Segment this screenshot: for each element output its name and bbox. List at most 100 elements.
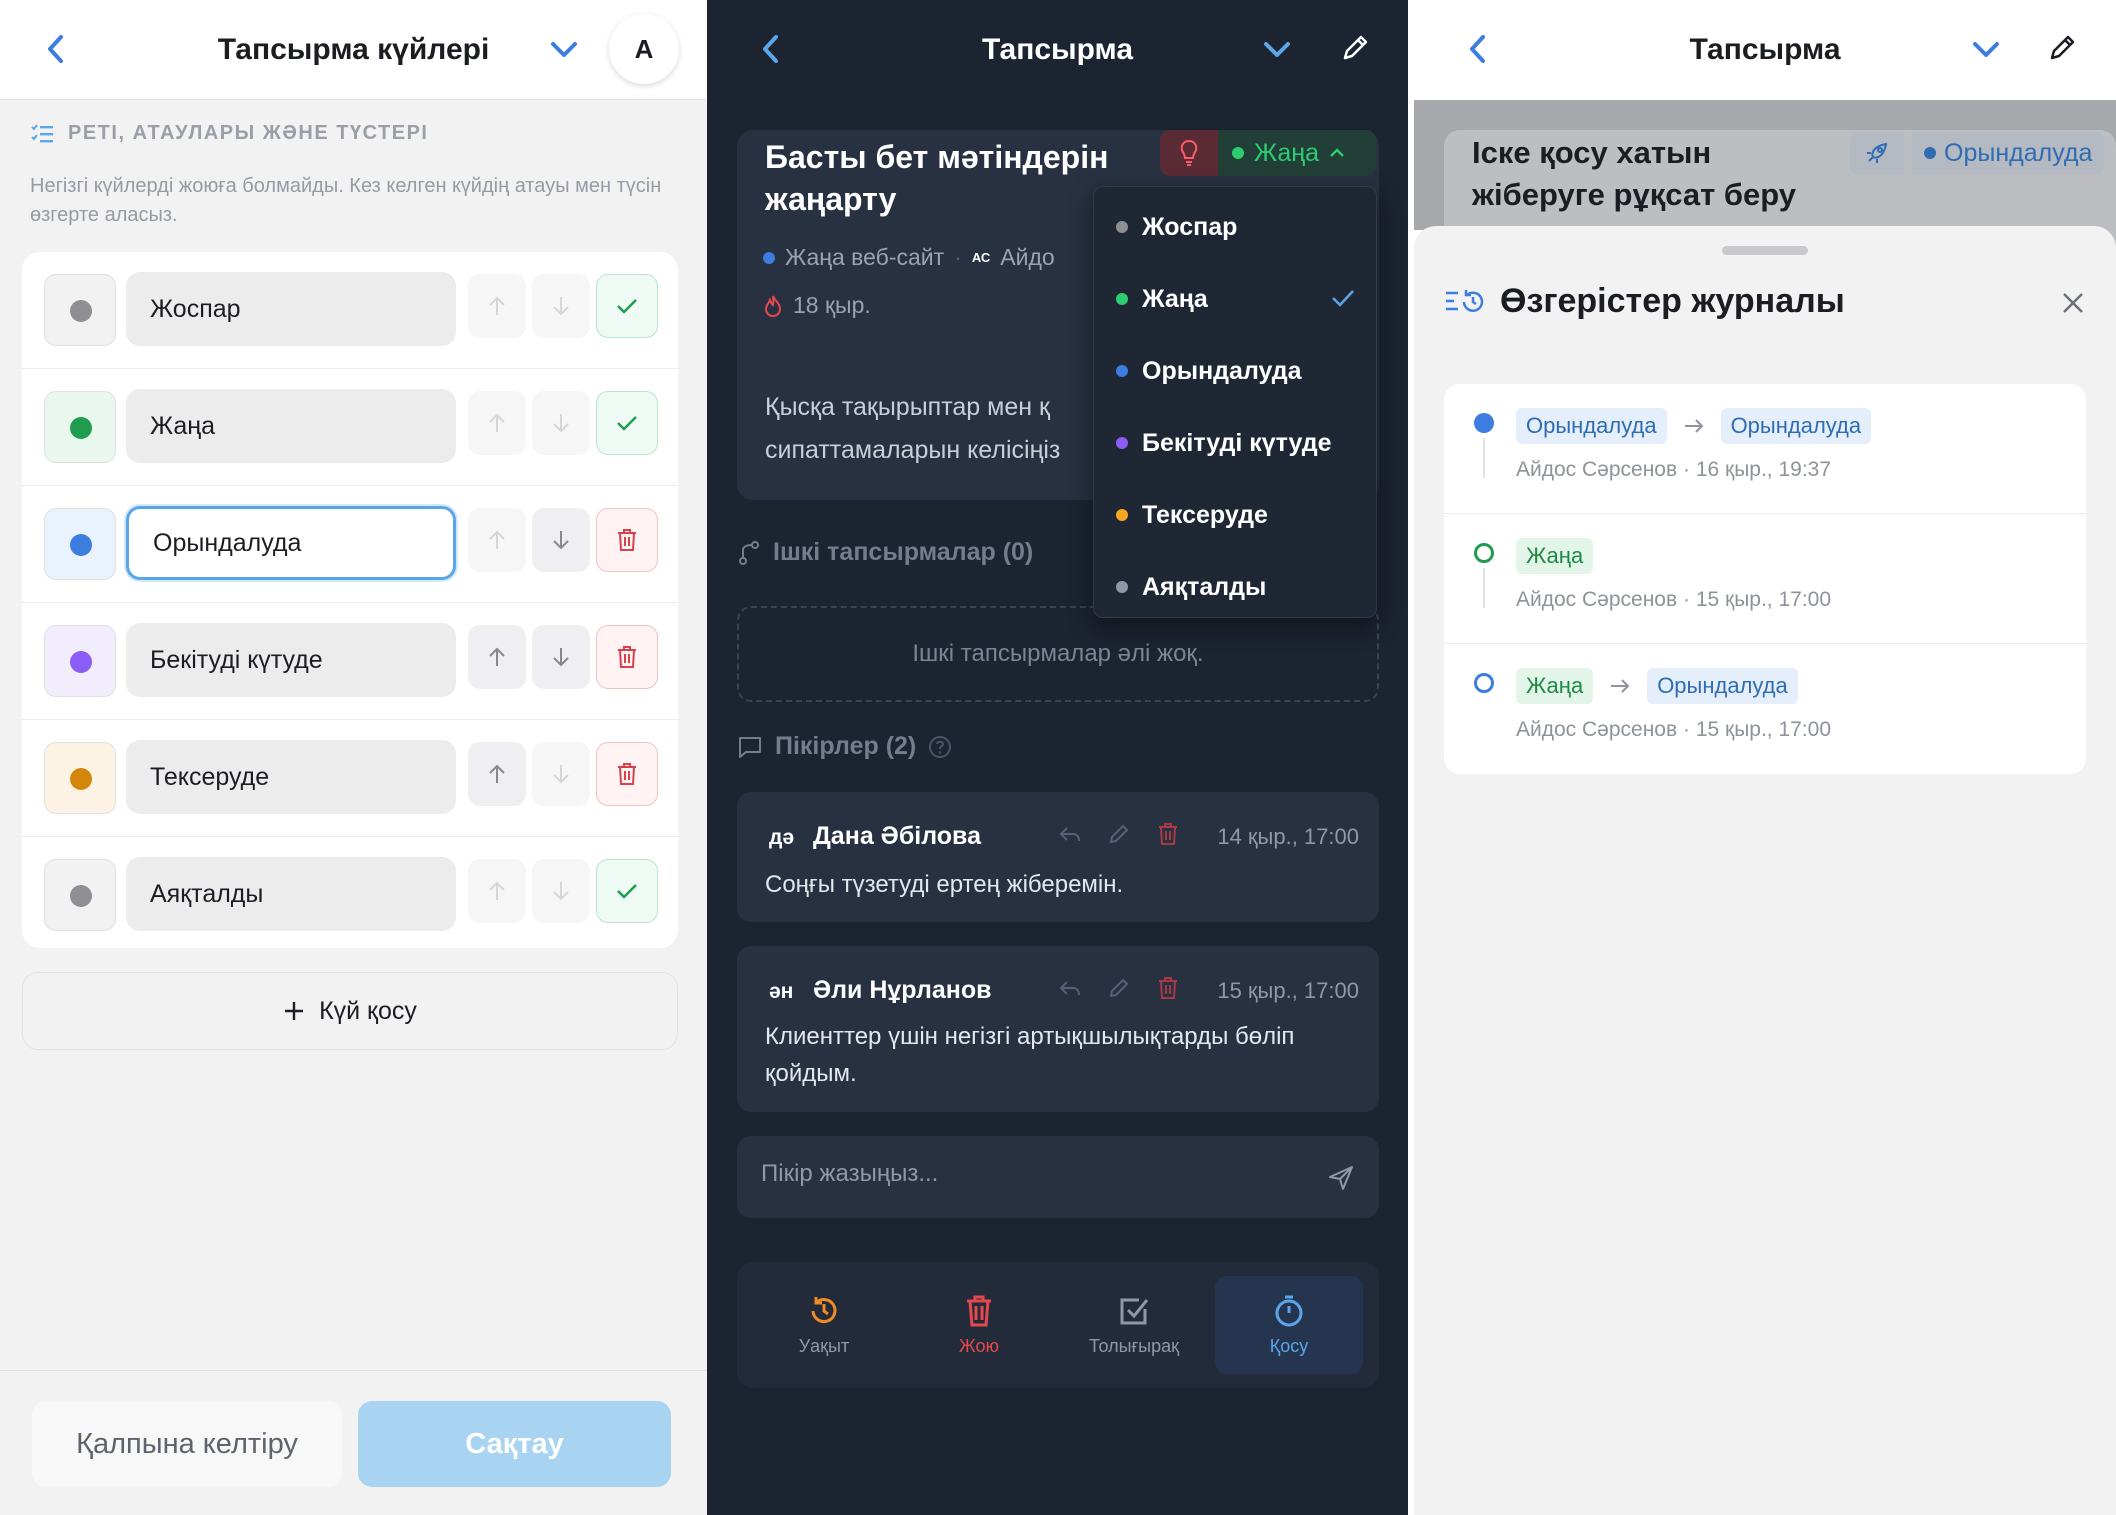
color-swatch-button[interactable] xyxy=(44,508,116,580)
back-chevron-icon[interactable] xyxy=(42,32,70,66)
confirm-button[interactable] xyxy=(596,274,658,338)
page-title: Тапсырма күйлері xyxy=(217,32,490,66)
check-icon xyxy=(617,884,637,899)
log-meta: Айдос Сәрсенов · 16 қыр., 19:37 xyxy=(1516,458,1832,481)
trash-icon[interactable] xyxy=(1157,822,1179,846)
move-down-button[interactable] xyxy=(532,391,590,455)
dropdown-option[interactable]: Аяқталды xyxy=(1094,551,1378,623)
status-pill: Орындалуда xyxy=(1912,132,2105,174)
status-dropdown-button[interactable]: Жаңа xyxy=(1218,130,1376,176)
delete-button[interactable] xyxy=(596,508,658,572)
tab-details[interactable]: Толығырақ xyxy=(1060,1276,1208,1374)
tab-label: Жою xyxy=(959,1335,999,1356)
tab-time[interactable]: Уақыт xyxy=(750,1276,898,1374)
save-button[interactable]: Сақтау xyxy=(358,1401,671,1487)
confirm-button[interactable] xyxy=(596,391,658,455)
move-up-button[interactable] xyxy=(468,859,526,923)
pencil-icon[interactable] xyxy=(2046,32,2078,64)
status-name-input[interactable]: Тексеруде xyxy=(126,740,456,814)
log-meta: Айдос Сәрсенов · 15 қыр., 17:00 xyxy=(1516,718,1832,741)
color-swatch-button[interactable] xyxy=(44,742,116,814)
status-label: Орындалуда xyxy=(1944,138,2093,167)
comment-item: ән Әли Нұрланов 15 қыр., 17:00 Клиенттер… xyxy=(737,946,1379,1112)
chevron-down-icon[interactable] xyxy=(1970,38,2002,62)
comment-actions xyxy=(1059,822,1179,846)
project-name[interactable]: Жаңа веб-сайт xyxy=(785,244,944,271)
reset-button[interactable]: Қалпына келтіру xyxy=(32,1401,342,1487)
history-icon xyxy=(811,1296,837,1323)
status-name-input[interactable]: Жаңа xyxy=(126,389,456,463)
check-icon xyxy=(617,299,637,314)
color-dot xyxy=(70,417,92,439)
status-row: Бекітуді күтуде xyxy=(22,603,678,720)
move-down-button[interactable] xyxy=(532,859,590,923)
reply-icon[interactable] xyxy=(1059,978,1081,998)
change-log-screen: Тапсырма Іске қосу хатын жіберуге рұқсат… xyxy=(1414,0,2116,1515)
status-list: Жоспар Жаңа Орындалуда Бекітуді күтуде Т… xyxy=(22,252,678,948)
dropdown-option[interactable]: Жаңа xyxy=(1094,263,1378,335)
subtasks-header: Ішкі тапсырмалар (0) xyxy=(737,538,1033,567)
pencil-icon[interactable] xyxy=(1107,822,1131,846)
status-name-input[interactable]: Аяқталды xyxy=(126,857,456,931)
color-swatch-button[interactable] xyxy=(44,859,116,931)
trash-icon xyxy=(967,1295,991,1326)
dropdown-option[interactable]: Тексеруде xyxy=(1094,479,1378,551)
status-change: Жаңа Орындалуда xyxy=(1516,668,1798,704)
trash-icon xyxy=(618,646,636,668)
comment-avatar: ән xyxy=(769,980,794,1003)
project-dot xyxy=(763,251,775,264)
option-dot xyxy=(1116,581,1128,593)
move-down-button[interactable] xyxy=(532,274,590,338)
back-chevron-icon[interactable] xyxy=(757,32,785,66)
comments-title: Пікірлер (2) xyxy=(775,732,917,760)
move-up-button[interactable] xyxy=(468,274,526,338)
delete-button[interactable] xyxy=(596,625,658,689)
dropdown-option[interactable]: Орындалуда xyxy=(1094,335,1378,407)
status-name-input[interactable]: Орындалуда xyxy=(126,506,456,580)
chevron-down-icon[interactable] xyxy=(548,38,580,62)
priority-button[interactable] xyxy=(1160,130,1218,176)
pencil-icon[interactable] xyxy=(1339,32,1371,64)
back-chevron-icon[interactable] xyxy=(1464,32,1492,66)
change-log-sheet: Өзгерістер журналы Орындалуда Орындалуда… xyxy=(1414,226,2116,1515)
tab-delete[interactable]: Жою xyxy=(905,1276,1053,1374)
sheet-grabber[interactable] xyxy=(1722,246,1808,255)
comment-input[interactable]: Пікір жазыңыз... xyxy=(737,1136,1379,1218)
page-title: Тапсырма xyxy=(1689,33,1841,66)
confirm-button[interactable] xyxy=(596,859,658,923)
arrow-up-icon xyxy=(489,881,505,900)
status-name-input[interactable]: Бекітуді күтуде xyxy=(126,623,456,697)
tab-add[interactable]: Қосу xyxy=(1215,1276,1363,1374)
dropdown-option[interactable]: Жоспар xyxy=(1094,191,1378,263)
color-swatch-button[interactable] xyxy=(44,391,116,463)
pencil-icon[interactable] xyxy=(1107,976,1131,1000)
trash-icon[interactable] xyxy=(1157,976,1179,1000)
move-down-button[interactable] xyxy=(532,625,590,689)
move-up-button[interactable] xyxy=(468,742,526,806)
reply-icon[interactable] xyxy=(1059,824,1081,844)
status-dropdown-menu: Жоспар Жаңа Орындалуда Бекітуді күтуде Т… xyxy=(1093,186,1377,618)
arrow-down-icon xyxy=(553,765,569,784)
move-down-button[interactable] xyxy=(532,508,590,572)
option-label: Жаңа xyxy=(1142,284,1208,313)
avatar[interactable]: A xyxy=(609,14,679,84)
color-swatch-button[interactable] xyxy=(44,274,116,346)
log-dot xyxy=(1474,413,1494,433)
color-swatch-button[interactable] xyxy=(44,625,116,697)
dropdown-option[interactable]: Бекітуді күтуде xyxy=(1094,407,1378,479)
color-dot xyxy=(70,885,92,907)
delete-button[interactable] xyxy=(596,742,658,806)
send-icon[interactable] xyxy=(1327,1164,1355,1192)
move-up-button[interactable] xyxy=(468,625,526,689)
color-dot xyxy=(70,651,92,673)
move-up-button[interactable] xyxy=(468,508,526,572)
chevron-down-icon[interactable] xyxy=(1261,38,1293,62)
assignee-name[interactable]: Айдо xyxy=(1000,244,1054,271)
help-icon[interactable] xyxy=(928,735,952,759)
move-up-button[interactable] xyxy=(468,391,526,455)
move-down-button[interactable] xyxy=(532,742,590,806)
add-status-button[interactable]: Күй қосу xyxy=(22,972,678,1050)
from-status-chip: Жаңа xyxy=(1516,668,1594,704)
close-icon[interactable] xyxy=(2060,290,2086,316)
status-name-input[interactable]: Жоспар xyxy=(126,272,456,346)
